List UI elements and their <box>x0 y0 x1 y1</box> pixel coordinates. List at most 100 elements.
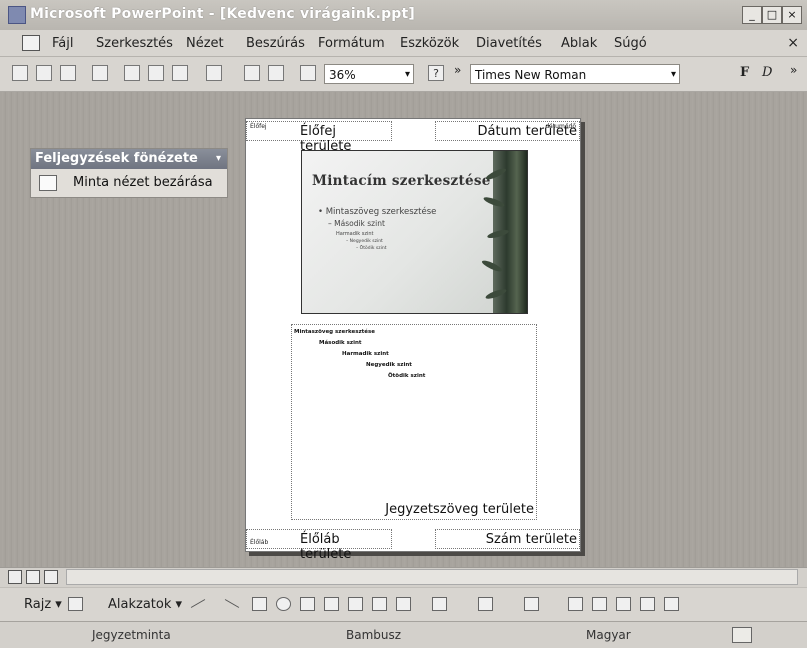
line-color-icon[interactable] <box>478 597 493 611</box>
menu-insert[interactable]: Beszúrás <box>246 36 305 51</box>
close-document-button[interactable]: × <box>787 35 799 51</box>
close-window-button[interactable]: × <box>782 6 802 24</box>
slide-bullet-5: – Ötödik szint <box>356 246 387 251</box>
menu-tools[interactable]: Eszközök <box>400 36 459 51</box>
chevron-down-icon[interactable]: ▾ <box>216 149 221 169</box>
fill-color-icon[interactable] <box>432 597 447 611</box>
bold-button[interactable]: F <box>740 65 749 80</box>
chevron-down-icon[interactable]: ▾ <box>671 65 676 85</box>
minimize-button[interactable]: _ <box>742 6 762 24</box>
menu-file[interactable]: Fájl <box>52 36 73 51</box>
text-box-icon[interactable] <box>300 597 315 611</box>
menu-bar: Fájl Szerkesztés Nézet Beszúrás Formátum… <box>0 30 807 57</box>
menu-window[interactable]: Ablak <box>561 36 597 51</box>
view-bar <box>0 567 807 587</box>
slide-sorter-icon[interactable] <box>26 570 40 584</box>
draw-menu-button[interactable]: Rajz ▾ <box>24 597 62 612</box>
undo-icon[interactable] <box>206 65 222 81</box>
menu-format[interactable]: Formátum <box>318 36 385 51</box>
close-master-icon[interactable] <box>39 175 57 191</box>
help-icon[interactable]: ? <box>428 65 444 81</box>
spell-check-icon[interactable] <box>732 627 752 643</box>
slide-bullet-2: – Második szint <box>328 219 385 228</box>
diagram-icon[interactable] <box>348 597 363 611</box>
document-icon[interactable] <box>22 35 40 51</box>
shadow-icon[interactable] <box>640 597 655 611</box>
zoom-value: 36% <box>329 68 356 82</box>
notes-line-5: Ötödik szint <box>388 373 426 379</box>
autoshapes-menu-button[interactable]: Alakzatok ▾ <box>108 597 182 612</box>
window-title: Microsoft PowerPoint - [Kedvenc virágain… <box>30 6 416 22</box>
print-icon[interactable] <box>92 65 108 81</box>
status-language: Magyar <box>586 628 631 642</box>
slideshow-icon[interactable] <box>44 570 58 584</box>
header-placeholder[interactable]: Élőfej Élőfej területe <box>246 121 392 154</box>
horizontal-scrollbar[interactable] <box>66 569 798 585</box>
bamboo-image <box>480 151 527 313</box>
save-icon[interactable] <box>60 65 76 81</box>
powerpoint-app-icon[interactable] <box>8 6 26 24</box>
footer-label: Élőláb területe <box>300 532 352 562</box>
zoom-select[interactable]: 36% ▾ <box>324 64 414 84</box>
notes-line-2: Második szint <box>319 340 362 346</box>
font-color-icon[interactable] <box>524 597 539 611</box>
italic-button[interactable]: D <box>762 65 772 80</box>
chart-icon[interactable] <box>244 65 260 81</box>
line-style-icon[interactable] <box>568 597 583 611</box>
copy-icon[interactable] <box>124 65 140 81</box>
wordart-icon[interactable] <box>324 597 339 611</box>
dash-style-icon[interactable] <box>592 597 607 611</box>
arrow-icon[interactable] <box>224 599 240 608</box>
slide-image-placeholder[interactable]: Mintacím szerkesztése • Mintaszöveg szer… <box>301 150 528 314</box>
notes-body-placeholder[interactable]: Mintaszöveg szerkesztése Második szint H… <box>291 324 537 520</box>
font-select[interactable]: Times New Roman ▾ <box>470 64 680 84</box>
grid-icon[interactable] <box>300 65 316 81</box>
number-label: Szám területe <box>485 532 577 547</box>
arrow-style-icon[interactable] <box>616 597 631 611</box>
title-bar: Microsoft PowerPoint - [Kedvenc virágain… <box>0 0 807 31</box>
notes-line-4: Negyedik szint <box>366 362 412 368</box>
footer-placeholder[interactable]: Élőláb Élőláb területe <box>246 529 392 562</box>
slide-bullet-1: • Mintaszöveg szerkesztése <box>318 207 437 217</box>
date-placeholder[interactable]: dátum/idő Dátum területe <box>435 121 580 141</box>
notes-page: Élőfej Élőfej területe dátum/idő Dátum t… <box>245 118 581 562</box>
toolbar-overflow-icon[interactable]: » <box>790 63 797 77</box>
table-icon[interactable] <box>268 65 284 81</box>
menu-slideshow[interactable]: Diavetítés <box>476 36 542 51</box>
oval-icon[interactable] <box>276 597 291 611</box>
menu-edit[interactable]: Szerkesztés <box>96 36 173 51</box>
chevron-down-icon[interactable]: ▾ <box>405 65 410 85</box>
notes-master-toolbar-title[interactable]: Feljegyzések fönézete ▾ <box>31 149 227 169</box>
rectangle-icon[interactable] <box>252 597 267 611</box>
header-corner-label: Élőfej <box>250 123 267 130</box>
drawing-toolbar: Rajz ▾ Alakzatok ▾ <box>0 587 807 621</box>
status-design: Bambusz <box>346 628 402 642</box>
line-icon[interactable] <box>190 599 206 608</box>
new-icon[interactable] <box>12 65 28 81</box>
maximize-button[interactable]: □ <box>762 6 782 24</box>
font-value: Times New Roman <box>475 68 587 82</box>
3d-icon[interactable] <box>664 597 679 611</box>
toolbar-overflow-icon[interactable]: » <box>454 63 461 77</box>
slide-bullet-3: Harmadik szint <box>336 231 374 237</box>
close-master-view-button[interactable]: Minta nézet bezárása <box>73 175 213 190</box>
menu-help[interactable]: Súgó <box>614 36 647 51</box>
date-label: Dátum területe <box>477 124 578 139</box>
open-icon[interactable] <box>36 65 52 81</box>
menu-view[interactable]: Nézet <box>186 36 224 51</box>
select-objects-icon[interactable] <box>68 597 83 611</box>
footer-corner-label: Élőláb <box>250 539 269 546</box>
notes-master-toolbar: Feljegyzések fönézete ▾ Minta nézet bezá… <box>30 148 228 198</box>
notes-line-3: Harmadik szint <box>342 351 389 357</box>
notes-body-label: Jegyzetszöveg területe <box>385 502 534 517</box>
clipart-icon[interactable] <box>372 597 387 611</box>
format-painter-icon[interactable] <box>172 65 188 81</box>
slide-bullet-4: – Negyedik szint <box>346 239 383 244</box>
number-placeholder[interactable]: Szám területe <box>435 529 580 549</box>
status-view: Jegyzetminta <box>92 628 171 642</box>
status-bar: Jegyzetminta Bambusz Magyar <box>0 621 807 648</box>
normal-view-icon[interactable] <box>8 570 22 584</box>
paste-icon[interactable] <box>148 65 164 81</box>
slide-title: Mintacím szerkesztése <box>312 173 491 189</box>
picture-icon[interactable] <box>396 597 411 611</box>
